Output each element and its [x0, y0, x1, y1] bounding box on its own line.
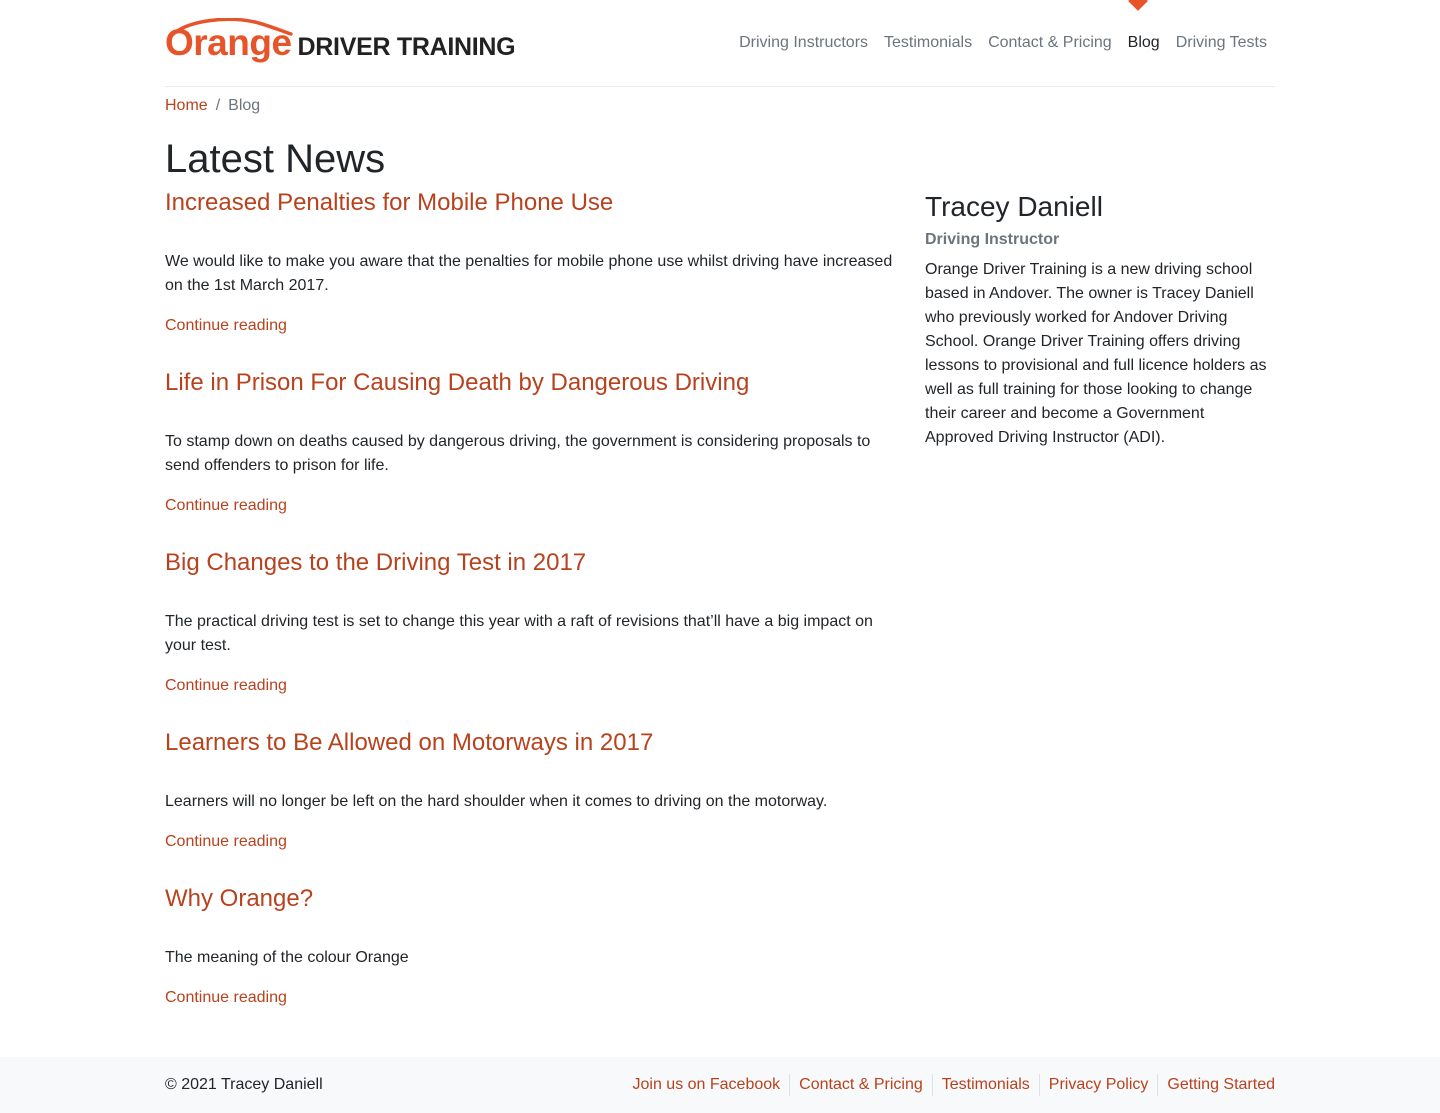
author-name: Tracey Daniell [925, 191, 1103, 222]
post-item: Learners to Be Allowed on Motorways in 2… [165, 726, 900, 882]
breadcrumb-current: Blog [228, 97, 261, 114]
nav-item-blog[interactable]: Blog [1120, 32, 1168, 54]
author-sidebar: Tracey Daniell Driving Instructor Orange… [925, 190, 1275, 450]
site-footer: © 2021 Tracey Daniell Join us on Faceboo… [0, 1057, 1440, 1113]
site-header: Orange DRIVER TRAINING Driving Instructo… [165, 0, 1275, 87]
post-item: Life in Prison For Causing Death by Dang… [165, 366, 900, 546]
post-excerpt: Learners will no longer be left on the h… [165, 793, 828, 810]
author-bio: Orange Driver Training is a new driving … [925, 261, 1267, 446]
post-excerpt: The practical driving test is set to cha… [165, 613, 873, 654]
post-title-link[interactable]: Learners to Be Allowed on Motorways in 2… [165, 726, 900, 760]
post-item: Why Orange? The meaning of the colour Or… [165, 882, 900, 1038]
post-item: Big Changes to the Driving Test in 2017 … [165, 546, 900, 726]
continue-reading-link[interactable]: Continue reading [165, 830, 900, 854]
footer-link-getting-started[interactable]: Getting Started [1157, 1074, 1275, 1096]
breadcrumb-home[interactable]: Home [165, 95, 208, 117]
breadcrumb-separator: / [215, 97, 221, 114]
author-role: Driving Instructor [925, 231, 1060, 248]
logo-tagline: DRIVER TRAINING [297, 32, 516, 61]
site-logo[interactable]: Orange DRIVER TRAINING [165, 18, 516, 68]
footer-link-facebook[interactable]: Join us on Facebook [633, 1074, 790, 1096]
nav-item-driving-tests[interactable]: Driving Tests [1168, 32, 1275, 54]
continue-reading-link[interactable]: Continue reading [165, 494, 900, 518]
nav-item-testimonials[interactable]: Testimonials [876, 32, 980, 54]
breadcrumb: Home / Blog [165, 95, 1275, 117]
footer-links: Join us on Facebook Contact & Pricing Te… [633, 1074, 1275, 1096]
footer-link-privacy-policy[interactable]: Privacy Policy [1038, 1074, 1158, 1096]
page-title: Latest News [165, 137, 386, 181]
footer-link-contact-pricing[interactable]: Contact & Pricing [789, 1074, 932, 1096]
post-title-link[interactable]: Increased Penalties for Mobile Phone Use [165, 186, 900, 220]
continue-reading-link[interactable]: Continue reading [165, 674, 900, 698]
post-item: Increased Penalties for Mobile Phone Use… [165, 186, 900, 366]
footer-link-testimonials[interactable]: Testimonials [931, 1074, 1039, 1096]
post-title-link[interactable]: Big Changes to the Driving Test in 2017 [165, 546, 900, 580]
post-title-link[interactable]: Why Orange? [165, 882, 900, 916]
post-list: Increased Penalties for Mobile Phone Use… [165, 186, 900, 1038]
continue-reading-link[interactable]: Continue reading [165, 986, 900, 1010]
active-nav-indicator [1128, 0, 1148, 11]
post-excerpt: To stamp down on deaths caused by danger… [165, 433, 871, 474]
post-title-link[interactable]: Life in Prison For Causing Death by Dang… [165, 366, 900, 400]
nav-item-contact-pricing[interactable]: Contact & Pricing [980, 32, 1120, 54]
post-excerpt: The meaning of the colour Orange [165, 949, 409, 966]
main-nav: Driving Instructors Testimonials Contact… [731, 32, 1275, 54]
continue-reading-link[interactable]: Continue reading [165, 314, 900, 338]
nav-item-driving-instructors[interactable]: Driving Instructors [731, 32, 876, 54]
post-excerpt: We would like to make you aware that the… [165, 253, 893, 294]
car-swoosh-icon [169, 18, 293, 38]
footer-copyright: © 2021 Tracey Daniell [165, 1076, 323, 1093]
